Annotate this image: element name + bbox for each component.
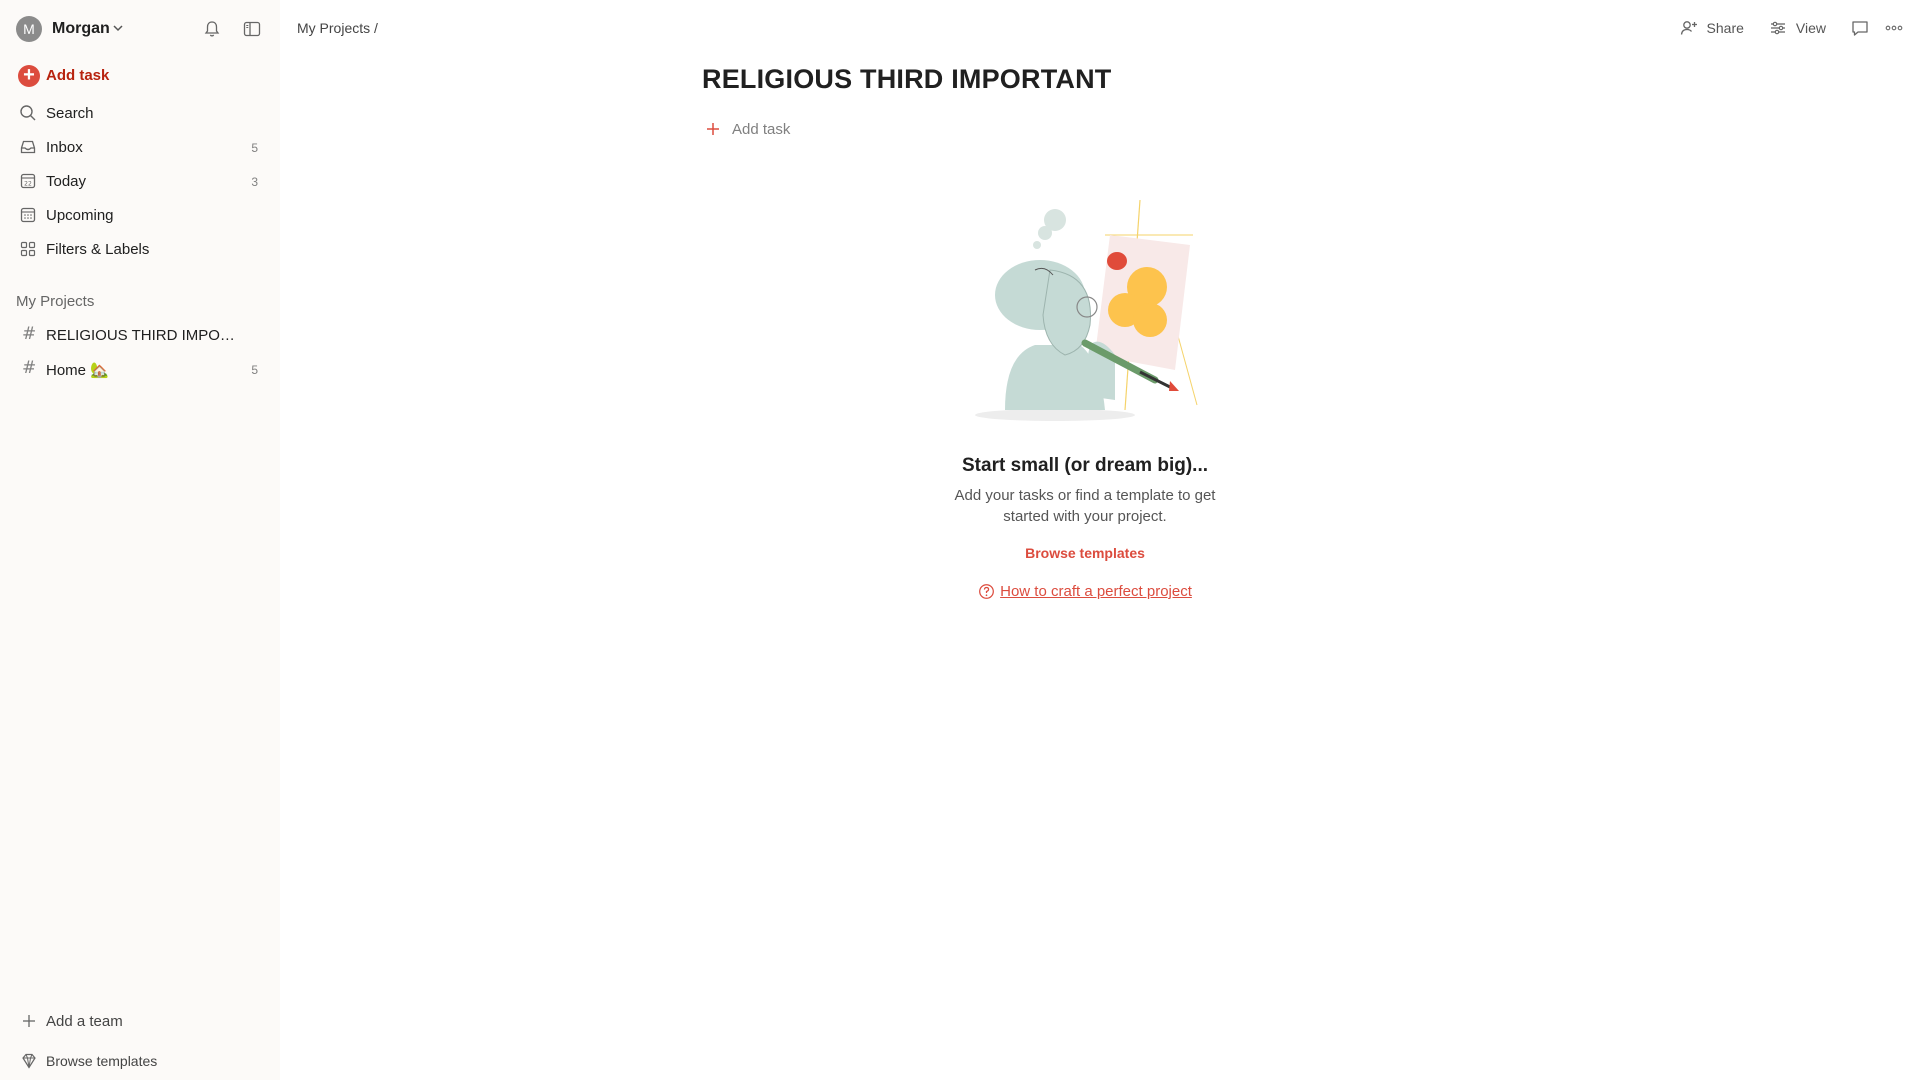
sidebar-project-label: RELIGIOUS THIRD IMPORTANT <box>46 327 244 344</box>
sidebar-item-inbox[interactable]: Inbox 5 <box>16 131 264 163</box>
avatar[interactable]: M <box>16 16 42 42</box>
painter-illustration <box>975 199 1198 421</box>
calendar-today-icon: 22 <box>20 173 36 189</box>
plus-icon <box>707 123 719 135</box>
hash-icon: # <box>22 358 37 378</box>
view-sliders-icon <box>1770 21 1785 35</box>
templates-icon <box>22 1053 36 1069</box>
howto-link-label: How to craft a perfect project <box>1000 583 1192 600</box>
plus-icon <box>23 1015 35 1027</box>
sidebar-browse-templates-label: Browse templates <box>46 1053 158 1069</box>
user-name[interactable]: Morgan <box>52 20 110 38</box>
view-label: View <box>1795 20 1826 36</box>
browse-templates-button[interactable]: Browse templates <box>900 545 1270 561</box>
comments-button[interactable] <box>1850 18 1870 38</box>
sidebar-item-search[interactable]: Search <box>16 97 264 129</box>
add-team-label: Add a team <box>46 1013 123 1030</box>
add-circle-icon: + <box>18 65 40 87</box>
sidebar-item-label: Inbox <box>46 139 83 156</box>
page-title[interactable]: RELIGIOUS THIRD IMPORTANT <box>702 64 1112 95</box>
more-options-button[interactable] <box>1884 18 1904 38</box>
sidebar-browse-templates-button[interactable]: Browse templates <box>16 1046 264 1076</box>
svg-text:22: 22 <box>24 180 32 187</box>
inbox-icon <box>20 140 36 154</box>
sidebar-toggle-icon[interactable] <box>242 19 262 39</box>
empty-state: Start small (or dream big)... Add your t… <box>900 195 1270 605</box>
sidebar-add-task-label: Add task <box>46 67 110 84</box>
share-button[interactable]: Share <box>1679 18 1744 38</box>
help-circle-icon <box>979 584 995 599</box>
sidebar-project-count: 5 <box>251 363 258 377</box>
share-person-icon <box>1680 21 1697 35</box>
top-actions: Share View <box>1655 14 1904 42</box>
sidebar-item-count: 3 <box>251 175 258 189</box>
calendar-upcoming-icon <box>20 207 36 223</box>
share-label: Share <box>1706 20 1744 36</box>
breadcrumb[interactable]: My Projects / <box>297 20 378 36</box>
hash-icon: # <box>22 324 37 344</box>
sidebar-item-label: Upcoming <box>46 207 114 224</box>
view-button[interactable]: View <box>1768 18 1826 38</box>
sidebar-item-today[interactable]: 22 Today 3 <box>16 165 264 197</box>
howto-link[interactable]: How to craft a perfect project <box>978 583 1192 600</box>
sidebar-item-count: 5 <box>251 141 258 155</box>
my-projects-heading[interactable]: My Projects <box>16 293 94 310</box>
more-horizontal-icon <box>1885 25 1903 31</box>
sidebar-project-home[interactable]: # Home 🏡 5 <box>16 353 264 385</box>
empty-state-description: Add your tasks or find a template to get… <box>954 487 1216 525</box>
sidebar: M Morgan + Add task Search Inbox 5 22 To… <box>0 0 280 1080</box>
sidebar-item-label: Today <box>46 173 87 190</box>
empty-state-title: Start small (or dream big)... <box>962 455 1208 476</box>
search-icon <box>20 105 36 121</box>
comment-icon <box>1852 21 1868 36</box>
filters-grid-icon <box>20 241 36 257</box>
sidebar-item-filters-labels[interactable]: Filters & Labels <box>16 233 264 265</box>
main-content: My Projects / Share View RELIGIOUS THIRD… <box>280 0 1920 1080</box>
bell-icon[interactable] <box>202 19 222 39</box>
sidebar-project-label: Home 🏡 <box>46 362 109 379</box>
add-task-label: Add task <box>732 121 791 138</box>
sidebar-project-religious-third-important[interactable]: # RELIGIOUS THIRD IMPORTANT <box>16 319 264 351</box>
sidebar-item-upcoming[interactable]: Upcoming <box>16 199 264 231</box>
chevron-down-icon[interactable] <box>110 18 126 38</box>
sidebar-header: M Morgan <box>16 16 266 42</box>
sidebar-item-label: Filters & Labels <box>46 241 150 258</box>
sidebar-item-label: Search <box>46 105 94 122</box>
add-team-button[interactable]: Add a team <box>16 1006 264 1036</box>
sidebar-add-task-button[interactable]: + Add task <box>16 59 264 91</box>
